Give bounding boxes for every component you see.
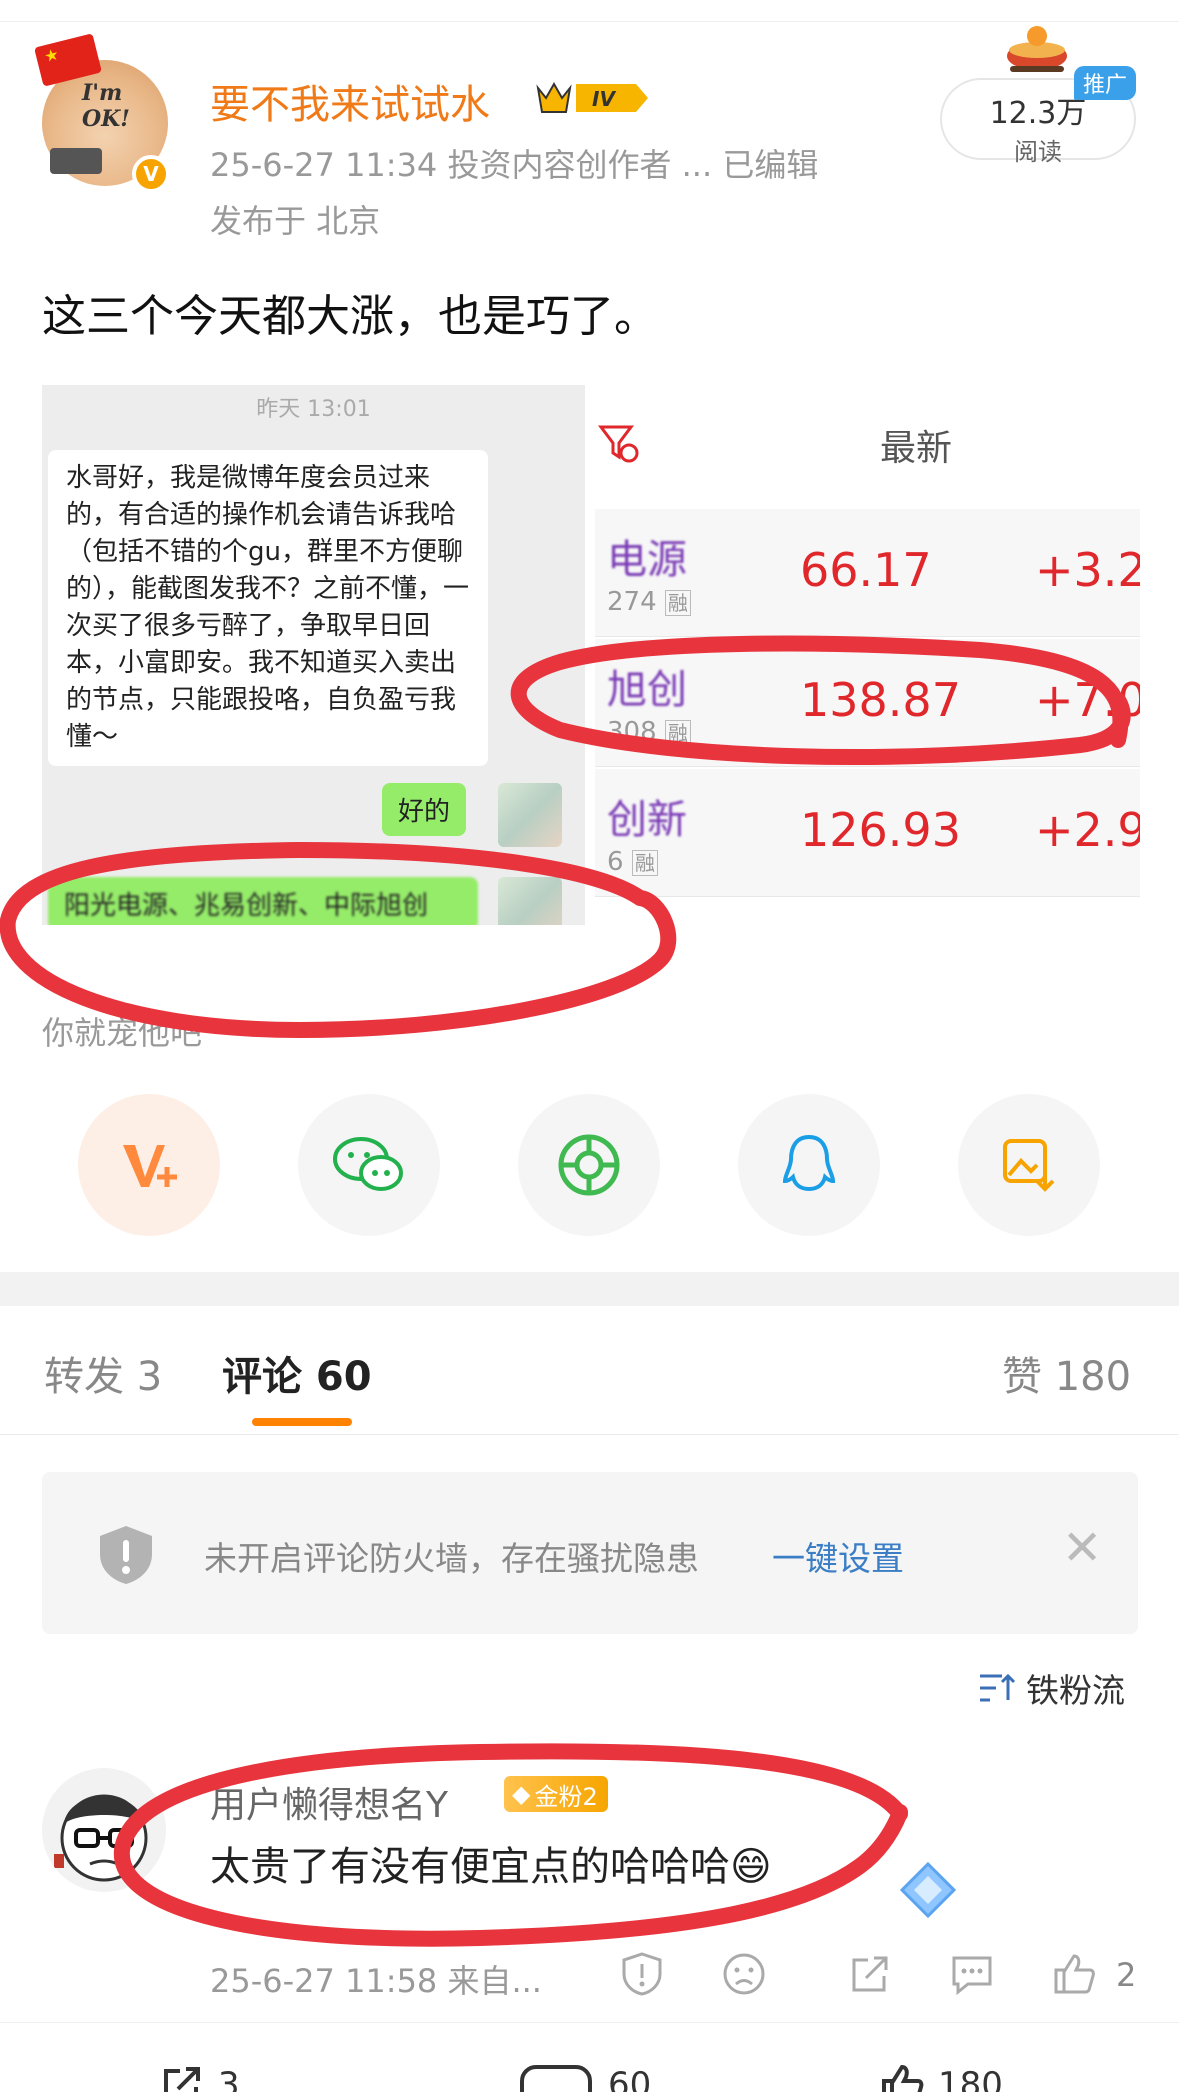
avatar-caption: I'm OK!: [82, 80, 130, 132]
save-image-icon: [1003, 1139, 1055, 1192]
share-qq-button[interactable]: [738, 1094, 880, 1236]
stock-screenshot-image[interactable]: 最新 电源 274 融 66.17 +3.2 旭创 308 融 138.87 +…: [585, 385, 1140, 925]
like-icon[interactable]: [1052, 1952, 1096, 1996]
chat-screenshot-image[interactable]: 昨天 13:01 水哥好，我是微博年度会员过来的，有合适的操作机会请告诉我哈（包…: [42, 385, 585, 925]
author-name[interactable]: 要不我来试试水: [210, 72, 490, 130]
one-click-setup-link[interactable]: 一键设置: [772, 1532, 904, 1580]
promote-badge[interactable]: 推广: [1074, 66, 1136, 100]
sort-label: 铁粉流: [1026, 1671, 1125, 1710]
wechat-icon: [333, 1137, 403, 1191]
stock-row: 旭创 308 融 138.87 +7.0: [595, 639, 1140, 767]
level-badge-icon[interactable]: IV: [532, 78, 650, 118]
bottom-like-button[interactable]: 180: [880, 2063, 1003, 2092]
stock-change: +7.0: [1035, 673, 1140, 727]
report-icon[interactable]: [620, 1952, 664, 1996]
chat-timestamp: 昨天 13:01: [256, 397, 371, 422]
share-icon[interactable]: [848, 1952, 892, 1996]
diamond-icon: ◆: [512, 1780, 531, 1808]
chat-stock-list-bubble: 阳光电源、兆易创新、中际旭创: [48, 877, 478, 925]
save-image-button[interactable]: [958, 1094, 1100, 1236]
chat-message-bubble: 水哥好，我是微博年度会员过来的，有合适的操作机会请告诉我哈（包括不错的个gu，群…: [48, 450, 488, 766]
dislike-face-icon[interactable]: [722, 1952, 766, 1996]
fan-level-badge: ◆ 金粉2: [504, 1776, 608, 1812]
comment-like-count: 2: [1116, 1956, 1137, 1994]
close-icon[interactable]: ✕: [1062, 1520, 1102, 1576]
flag-icon: [34, 33, 102, 87]
qq-icon: [782, 1134, 836, 1192]
stock-name: 旭创: [607, 667, 687, 713]
stock-change: +2.9: [1035, 803, 1140, 857]
top-divider: [0, 0, 1179, 22]
comment-text: 太贵了有没有便宜点的哈哈哈😄: [210, 1844, 772, 1890]
stock-price: 138.87: [800, 673, 961, 727]
bottom-repost-count: 3: [218, 2065, 240, 2092]
firewall-warning-text: 未开启评论防火墙，存在骚扰隐患: [204, 1539, 699, 1578]
tab-repost[interactable]: 转发 3: [44, 1344, 162, 1402]
stock-change: +3.2: [1035, 543, 1140, 597]
active-tab-indicator: [252, 1418, 352, 1426]
chat-reply-bubble: 好的: [382, 783, 467, 836]
sort-icon: [980, 1673, 1016, 1702]
comment-meta: 25-6-27 11:58 来自...: [210, 1962, 542, 2000]
latest-price-header: 最新: [880, 428, 953, 469]
shield-icon: [100, 1526, 152, 1584]
post-location: 发布于 北京: [210, 202, 381, 240]
stock-row: 电源 274 融 66.17 +3.2: [595, 509, 1140, 637]
sort-selector[interactable]: 铁粉流: [978, 1664, 1125, 1712]
stock-price: 126.93: [800, 803, 961, 857]
stock-code: 6 融: [607, 847, 658, 877]
filter-icon: [598, 425, 639, 463]
stock-list-header: 最新: [585, 405, 1140, 475]
stock-code: 308 融: [607, 717, 691, 747]
chat-avatar: [498, 877, 562, 925]
commenter-name[interactable]: 用户懒得想名Y: [210, 1776, 448, 1828]
laptop-icon: [50, 148, 102, 174]
read-label: 阅读: [1014, 138, 1062, 166]
post-meta: 25-6-27 11:34 投资内容创作者 ... 已编辑: [210, 146, 819, 184]
share-moments-button[interactable]: [518, 1094, 660, 1236]
section-divider: [0, 1272, 1179, 1306]
bottom-repost-button[interactable]: 3: [160, 2063, 240, 2092]
stock-code: 274 融: [607, 587, 691, 617]
bottom-comment-count: 60: [608, 2065, 652, 2092]
commenter-avatar[interactable]: [42, 1768, 166, 1892]
stock-row: 创新 6 融 126.93 +2.9: [595, 769, 1140, 897]
v-plus-icon: [123, 1145, 177, 1187]
repost-icon: [164, 2067, 200, 2092]
share-wechat-button[interactable]: [298, 1094, 440, 1236]
gem-icon: [899, 1861, 957, 1919]
comment-icon: [520, 2065, 592, 2092]
fan-level-text: 金粉2: [534, 1782, 598, 1811]
comment-firewall-banner: 未开启评论防火墙，存在骚扰隐患 一键设置 ✕: [42, 1472, 1138, 1634]
thumbs-up-icon: [882, 2064, 924, 2092]
tabs-divider: [0, 1434, 1179, 1435]
bottom-action-bar: 3 60 180: [0, 2022, 1179, 2092]
bottom-comment-button[interactable]: 60: [518, 2063, 651, 2092]
tab-likes[interactable]: 赞 180: [1002, 1344, 1131, 1402]
chat-avatar: [498, 783, 562, 847]
share-weibo-vplus-button[interactable]: [78, 1094, 220, 1236]
face-icon: [54, 1794, 148, 1882]
verified-badge-icon: V: [132, 155, 170, 193]
hotpot-icon: [1007, 26, 1067, 72]
reply-icon[interactable]: [950, 1952, 994, 1996]
stock-name: 电源: [607, 537, 687, 583]
stock-price: 66.17: [800, 543, 932, 597]
moments-icon: [558, 1134, 620, 1196]
tab-comments[interactable]: 评论 60: [222, 1344, 372, 1402]
post-text: 这三个今天都大涨，也是巧了。: [42, 291, 658, 342]
bottom-like-count: 180: [938, 2065, 1003, 2092]
share-tooltip-text: 你就宠他吧: [42, 1014, 203, 1052]
stock-name: 创新: [607, 797, 687, 843]
level-badge-text: IV: [592, 87, 616, 111]
